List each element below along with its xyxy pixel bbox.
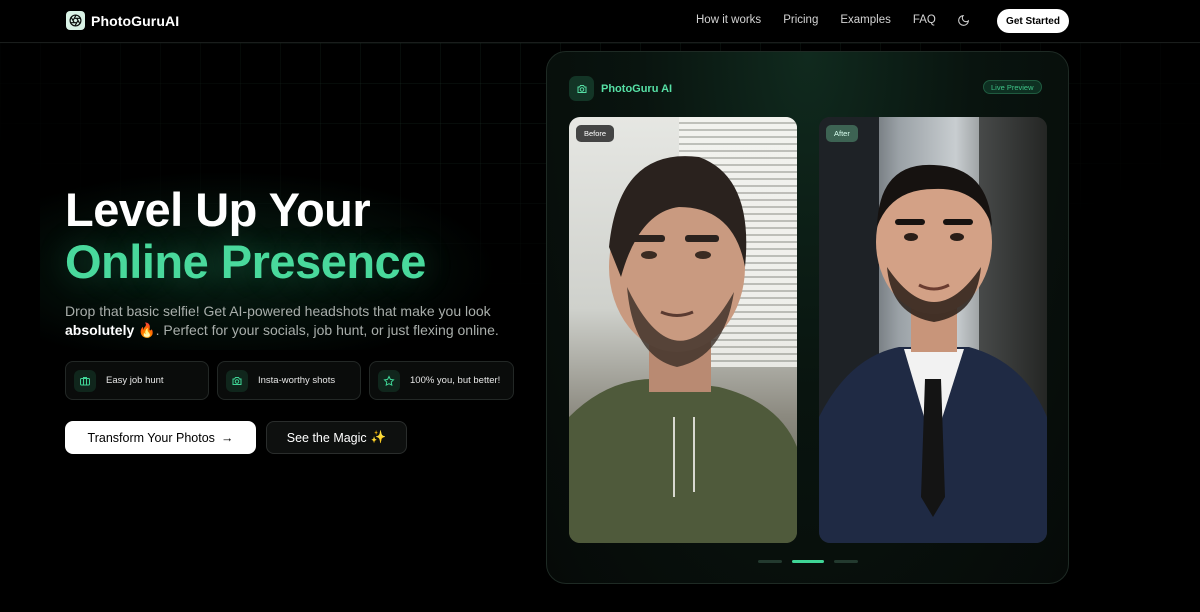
live-preview-badge: Live Preview xyxy=(983,80,1042,94)
subtitle-bold: absolutely xyxy=(65,322,135,338)
hero-subtitle: Drop that basic selfie! Get AI-powered h… xyxy=(65,302,525,340)
nav-link-examples[interactable]: Examples xyxy=(840,14,891,26)
hero-title: Level Up Your Online Presence xyxy=(65,184,426,288)
cta-row: Transform Your Photos → See the Magic ✨ xyxy=(65,421,407,454)
get-started-button[interactable]: Get Started xyxy=(997,9,1069,33)
after-label: After xyxy=(826,125,858,142)
feature-label: Easy job hunt xyxy=(106,375,164,386)
brand-name: PhotoGuruAI xyxy=(91,12,180,29)
sparkles-icon: ✨ xyxy=(370,430,387,444)
moon-icon[interactable] xyxy=(957,14,970,27)
transform-photos-label: Transform Your Photos xyxy=(87,430,215,445)
feature-label: Insta-worthy shots xyxy=(258,375,336,386)
aperture-logo-icon xyxy=(66,11,85,30)
camera-icon xyxy=(569,76,594,101)
feature-chip-insta: Insta-worthy shots xyxy=(217,361,361,400)
nav-link-pricing[interactable]: Pricing xyxy=(783,14,818,26)
preview-title: PhotoGuru AI xyxy=(601,82,673,95)
preview-header: PhotoGuru AI xyxy=(569,76,672,101)
subtitle-text-2: . Perfect for your socials, job hunt, or… xyxy=(155,322,499,338)
top-nav: PhotoGuruAI How it works Pricing Example… xyxy=(0,0,1200,43)
camera-icon xyxy=(226,369,248,392)
briefcase-icon xyxy=(74,369,96,392)
feature-chips: Easy job hunt Insta-worthy shots 100% yo… xyxy=(65,361,514,400)
before-photo: Before xyxy=(569,117,797,543)
nav-links: How it works Pricing Examples FAQ xyxy=(696,14,936,26)
feature-chip-you-better: 100% you, but better! xyxy=(369,361,514,400)
arrow-right-icon: → xyxy=(220,430,234,445)
carousel-dot-active[interactable] xyxy=(792,560,824,563)
hero-title-line2: Online Presence xyxy=(65,235,426,288)
nav-link-how-it-works[interactable]: How it works xyxy=(696,14,761,26)
see-magic-label: See the Magic xyxy=(286,430,367,445)
see-magic-button[interactable]: See the Magic ✨ xyxy=(266,421,407,454)
after-photo: After xyxy=(819,117,1047,543)
brand[interactable]: PhotoGuruAI xyxy=(66,11,179,30)
feature-chip-job-hunt: Easy job hunt xyxy=(65,361,209,400)
hero-title-line1: Level Up Your xyxy=(65,183,371,236)
carousel-indicator xyxy=(758,560,858,563)
before-label: Before xyxy=(576,125,615,142)
fire-emoji: 🔥 xyxy=(138,322,156,338)
transform-photos-button[interactable]: Transform Your Photos → xyxy=(65,421,256,454)
before-person-illustration xyxy=(569,156,797,543)
carousel-dot[interactable] xyxy=(834,560,858,563)
feature-label: 100% you, but better! xyxy=(410,375,501,386)
subtitle-text-1: Drop that basic selfie! Get AI-powered h… xyxy=(65,303,491,319)
carousel-dot[interactable] xyxy=(758,560,782,563)
nav-link-faq[interactable]: FAQ xyxy=(913,14,936,26)
preview-card: PhotoGuru AI Live Preview Before After xyxy=(546,51,1069,584)
star-icon xyxy=(378,369,400,392)
after-person-illustration xyxy=(819,117,1047,543)
